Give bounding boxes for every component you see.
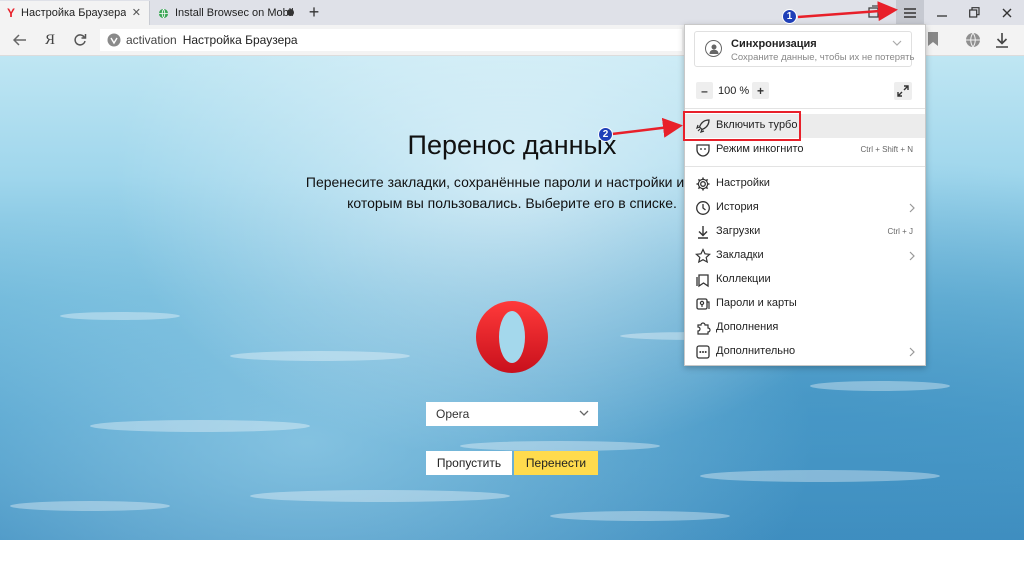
- arrow-to-turbo-item: [611, 117, 683, 138]
- arrow-to-menu-button: [797, 1, 898, 22]
- step-badge-2: 2: [598, 127, 613, 142]
- annotation-arrows: [611, 1, 898, 138]
- step-badge-1: 1: [782, 9, 797, 24]
